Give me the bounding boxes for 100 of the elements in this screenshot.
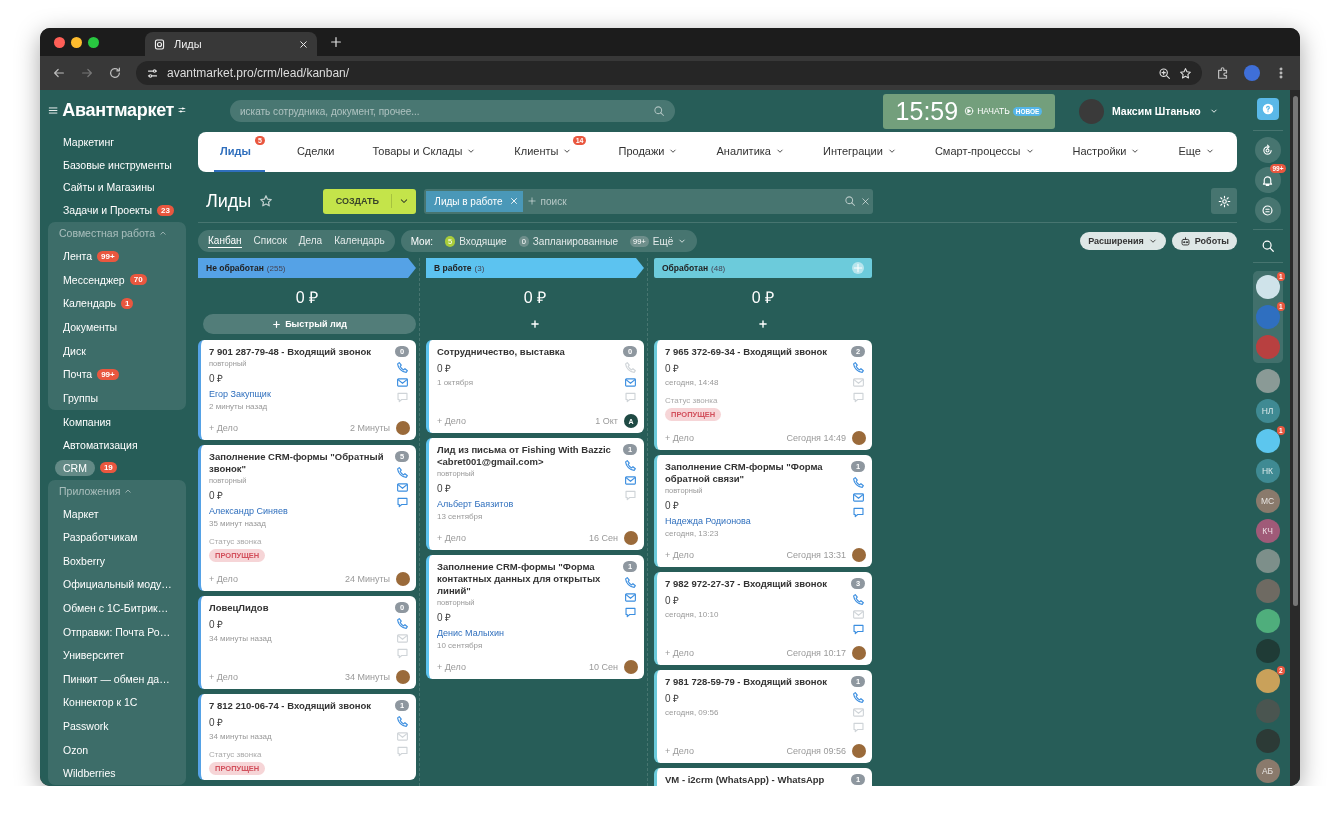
initials-avatar[interactable]: МС xyxy=(1255,489,1280,513)
add-activity-link[interactable]: + Дело xyxy=(209,672,339,682)
add-activity-link[interactable]: + Дело xyxy=(665,746,781,756)
sidebar-item[interactable]: Пинкит — обмен да… xyxy=(63,672,170,685)
star-icon[interactable] xyxy=(1179,66,1192,80)
sidebar-item[interactable]: Маркет xyxy=(63,507,99,520)
sidebar-item[interactable]: Документы xyxy=(63,321,118,334)
add-column-icon[interactable] xyxy=(852,262,864,274)
plus-icon[interactable] xyxy=(530,319,540,329)
nav-tab[interactable]: Продажи xyxy=(612,132,685,172)
user-avatar[interactable] xyxy=(1255,639,1280,663)
close-icon[interactable] xyxy=(298,38,309,50)
contact-link[interactable]: Надежда Родионова xyxy=(665,516,846,526)
plus-icon[interactable] xyxy=(329,35,343,49)
mail-icon[interactable] xyxy=(395,481,409,494)
sidebar-item[interactable]: Passwork xyxy=(63,720,109,733)
user-avatar[interactable] xyxy=(1255,549,1280,573)
nav-tab[interactable]: Интеграции xyxy=(817,132,903,172)
extensions-button[interactable]: Расширения xyxy=(1080,232,1166,250)
contact-link[interactable]: Денис Малыхин xyxy=(437,628,618,638)
mail-icon[interactable] xyxy=(395,376,409,389)
sidebar-item[interactable]: Разработчикам xyxy=(63,531,138,544)
contact-link[interactable]: Егор Закупщик xyxy=(209,389,390,399)
nav-tab[interactable]: Смарт-процессы xyxy=(928,132,1041,172)
sidebar-item[interactable]: Wildberries xyxy=(63,767,116,780)
sidebar-item[interactable]: Календарь xyxy=(63,297,116,310)
add-activity-link[interactable]: + Дело xyxy=(665,648,781,658)
mail-icon[interactable] xyxy=(623,376,637,389)
caret-icon[interactable] xyxy=(1208,106,1219,116)
sync-button[interactable] xyxy=(1254,137,1281,163)
search-icon[interactable] xyxy=(1260,239,1275,253)
initials-avatar[interactable]: НЛ xyxy=(1255,399,1280,423)
initials-avatar[interactable]: НК xyxy=(1255,459,1280,483)
sliders-icon[interactable] xyxy=(178,105,186,116)
sidebar-item[interactable]: Мессенджер xyxy=(63,273,125,286)
sidebar-item[interactable]: CRM xyxy=(55,459,95,476)
sidebar-item[interactable]: Почта xyxy=(63,368,93,381)
phone-icon[interactable] xyxy=(851,593,865,606)
close-window-control[interactable] xyxy=(54,36,65,48)
user-avatar[interactable] xyxy=(1255,729,1280,753)
sidebar-item[interactable]: Коннектор к 1С xyxy=(63,696,138,709)
nav-tab[interactable]: Еще xyxy=(1172,132,1221,172)
mail-icon[interactable] xyxy=(623,591,637,604)
mail-icon[interactable] xyxy=(851,491,865,504)
app-avatar[interactable] xyxy=(1255,609,1280,633)
reload-icon[interactable] xyxy=(108,66,122,80)
phone-icon[interactable] xyxy=(623,576,637,589)
sidebar-item[interactable]: Ozon xyxy=(63,743,89,756)
chat-icon[interactable] xyxy=(623,606,637,619)
nav-tab[interactable]: Аналитика xyxy=(710,132,791,172)
quick-add-button[interactable]: Быстрый лид xyxy=(203,314,416,334)
sidebar-item[interactable]: Сайты и Магазины xyxy=(63,181,155,194)
phone-icon[interactable] xyxy=(851,691,865,704)
contact-link[interactable]: Альберт Баязитов xyxy=(437,499,618,509)
view-tab[interactable]: Календарь xyxy=(334,234,385,248)
maximize-window-control[interactable] xyxy=(88,36,99,48)
sidebar-item[interactable]: Обмен с 1С-Битрик… xyxy=(63,602,169,615)
create-button[interactable]: СОЗДАТЬ xyxy=(323,188,417,214)
browser-tab[interactable]: Лиды xyxy=(145,32,317,56)
chats-button[interactable] xyxy=(1254,197,1281,223)
zoom-icon[interactable] xyxy=(1158,66,1171,80)
forward-icon[interactable] xyxy=(80,66,94,80)
help-button[interactable] xyxy=(1256,98,1279,120)
plus-icon[interactable] xyxy=(758,319,768,329)
phone-icon[interactable] xyxy=(851,361,865,374)
sidebar-item[interactable]: Отправки: Почта Ро… xyxy=(63,625,171,638)
phone-icon[interactable] xyxy=(395,361,409,374)
scrollbar[interactable] xyxy=(1290,90,1300,786)
nav-tab[interactable]: Сделки xyxy=(290,132,341,172)
initials-avatar[interactable]: АБ xyxy=(1255,759,1280,783)
sidebar-item[interactable]: Автоматизация xyxy=(63,438,138,451)
back-icon[interactable] xyxy=(52,66,66,80)
sidebar-item[interactable]: Базовые инструменты xyxy=(63,158,172,171)
phone-icon[interactable] xyxy=(395,466,409,479)
nav-tab[interactable]: Товары и Склады xyxy=(366,132,483,172)
minimize-window-control[interactable] xyxy=(71,36,82,48)
puzzle-icon[interactable] xyxy=(1216,66,1230,80)
settings-button[interactable] xyxy=(1211,188,1237,214)
group-title[interactable]: Приложения xyxy=(59,484,121,497)
contact-link[interactable]: Александр Синяев xyxy=(209,506,390,516)
sidebar-item[interactable]: Boxberry xyxy=(63,554,105,567)
app-avatar[interactable] xyxy=(1255,275,1280,299)
filter-chip[interactable]: Лиды в работе xyxy=(426,190,523,212)
add-activity-link[interactable]: + Дело xyxy=(437,416,590,426)
profile-avatar[interactable] xyxy=(1244,65,1260,81)
add-activity-link[interactable]: + Дело xyxy=(665,433,781,443)
sidebar-item[interactable]: Задачи и Проекты xyxy=(63,204,153,217)
sidebar-item[interactable]: Официальный моду… xyxy=(63,578,172,591)
view-tab[interactable]: Список xyxy=(253,234,287,248)
sidebar-item[interactable]: Компания xyxy=(63,416,112,428)
add-activity-link[interactable]: + Дело xyxy=(209,574,339,584)
user-avatar[interactable] xyxy=(1255,669,1280,693)
add-activity-link[interactable]: + Дело xyxy=(209,423,344,433)
add-activity-link[interactable]: + Дело xyxy=(437,662,583,672)
sidebar-item[interactable]: Университет xyxy=(63,649,125,662)
chat-icon[interactable] xyxy=(395,496,409,509)
chat-icon[interactable] xyxy=(851,506,865,519)
sidebar-item[interactable]: Лента xyxy=(63,250,93,263)
nav-tab[interactable]: Настройки xyxy=(1066,132,1147,172)
add-activity-link[interactable]: + Дело xyxy=(437,533,583,543)
